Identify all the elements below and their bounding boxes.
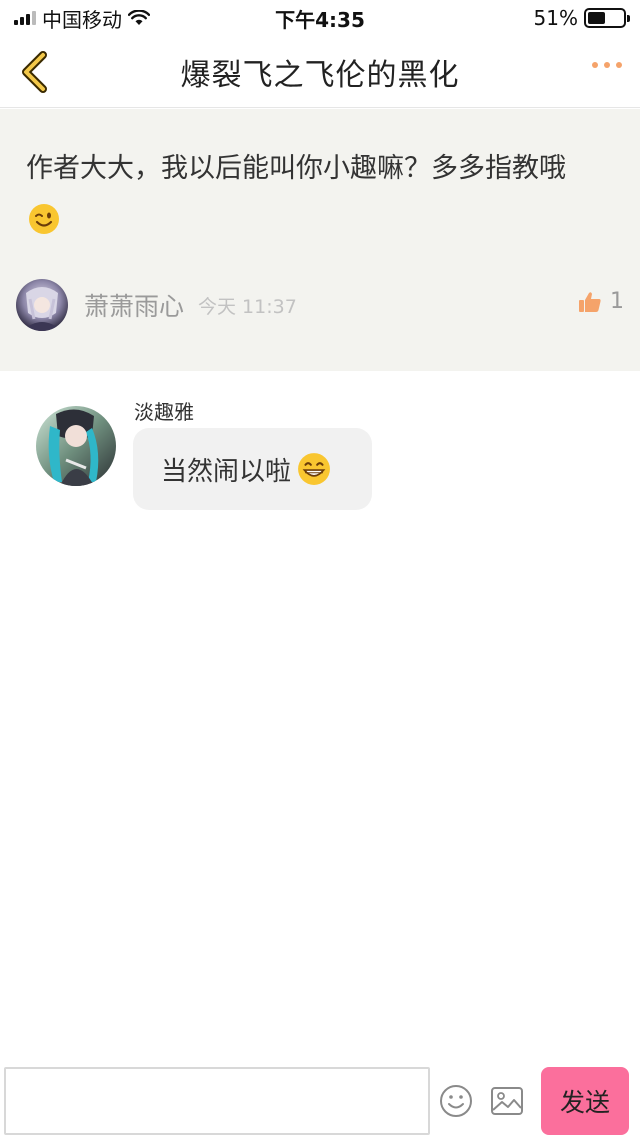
wink-emoji-icon (29, 204, 59, 234)
status-right: 51% (533, 6, 630, 30)
battery-percent: 51% (533, 6, 578, 30)
comment-author[interactable]: 萧萧雨心 (84, 287, 184, 323)
avatar[interactable] (16, 279, 68, 331)
comment-time: 今天 11:37 (198, 295, 297, 318)
reply-bubble: 当然闹以啦 (133, 428, 372, 510)
reply-author[interactable]: 淡趣雅 (134, 396, 194, 425)
comment-text: 作者大大，我以后能叫你小趣嘛？多多指教哦 (26, 153, 566, 184)
reply-input[interactable] (4, 1067, 430, 1135)
back-button[interactable] (14, 51, 54, 93)
like-count: 1 (610, 289, 624, 314)
grin-emoji-icon (298, 453, 330, 485)
send-button[interactable]: 发送 (541, 1067, 629, 1135)
status-left: 中国移动 (14, 4, 150, 33)
reply-item: 淡趣雅 当然闹以啦 (0, 390, 640, 520)
carrier-label: 中国移动 (42, 7, 122, 32)
battery-icon (584, 8, 630, 28)
more-dot (604, 62, 610, 68)
more-dot (592, 62, 598, 68)
comment-text-block: 作者大大，我以后能叫你小趣嘛？多多指教哦 (26, 143, 606, 247)
thumbs-up-icon (579, 291, 601, 312)
comment-meta: 萧萧雨心 今天 11:37 1 (16, 279, 626, 331)
main-comment: 作者大大，我以后能叫你小趣嘛？多多指教哦 萧萧雨心 今天 11:37 1 (0, 109, 640, 371)
battery-fill (588, 12, 606, 24)
page-title: 爆裂飞之飞伦的黑化 (180, 57, 460, 93)
avatar-image (36, 406, 116, 486)
status-bar: 中国移动 下午4:35 51% (0, 0, 640, 36)
nav-bar: 爆裂飞之飞伦的黑化 (0, 36, 640, 108)
reply-avatar[interactable] (36, 406, 116, 486)
more-button[interactable] (592, 62, 622, 68)
emoji-button[interactable] (439, 1084, 473, 1118)
smiley-icon (440, 1085, 472, 1117)
avatar-image (16, 279, 68, 331)
more-dot (616, 62, 622, 68)
reply-text: 当然闹以啦 (161, 456, 292, 487)
chevron-left-icon (22, 51, 47, 93)
like-button[interactable]: 1 (578, 289, 624, 314)
wifi-icon (128, 10, 150, 25)
image-icon (491, 1087, 523, 1115)
signal-icon (14, 11, 36, 25)
image-button[interactable] (490, 1086, 524, 1116)
input-bar: 发送 (0, 1062, 640, 1139)
